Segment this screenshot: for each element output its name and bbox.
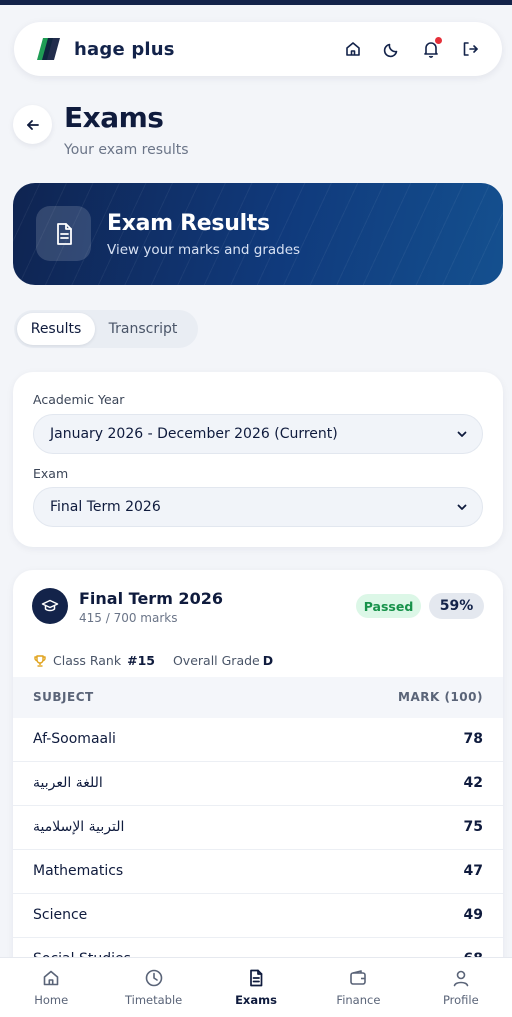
table-row: التربية الإسلامية 75 (13, 806, 503, 850)
exam-total-marks: 415 / 700 marks (79, 611, 178, 625)
clock-icon (145, 969, 162, 987)
back-button[interactable] (13, 105, 52, 144)
table-row: Af-Soomaali 78 (13, 718, 503, 762)
exam-results-banner: Exam Results View your marks and grades (13, 183, 503, 285)
nav-exams[interactable]: Exams (205, 958, 307, 1017)
exam-select[interactable]: Final Term 2026 (33, 487, 483, 527)
exam-label: Exam (33, 466, 69, 481)
document-icon (36, 206, 91, 261)
graduation-cap-icon (32, 588, 68, 624)
header-actions (343, 37, 480, 59)
nav-label: Home (34, 993, 69, 1007)
nav-label: Profile (442, 993, 479, 1007)
page-subtitle: Your exam results (64, 142, 189, 158)
academic-year-value: January 2026 - December 2026 (Current) (50, 426, 338, 442)
percentage-badge: 59% (429, 593, 484, 619)
tab-transcript[interactable]: Transcript (95, 313, 191, 345)
banner-title: Exam Results (107, 211, 270, 236)
wallet-icon (350, 970, 367, 985)
subject-mark: 49 (463, 907, 483, 923)
exam-value: Final Term 2026 (50, 499, 161, 515)
bottom-navigation: Home Timetable Exams Finance Profile (0, 957, 512, 1017)
home-icon[interactable] (343, 39, 363, 59)
notification-dot (435, 37, 442, 44)
table-row: اللغة العربية 42 (13, 762, 503, 806)
academic-year-label: Academic Year (33, 392, 125, 407)
nav-label: Finance (336, 993, 381, 1007)
subject-name: Mathematics (33, 863, 124, 879)
user-icon (453, 970, 469, 987)
app-logo (37, 38, 60, 60)
subject-mark: 78 (463, 731, 483, 747)
app-header: hage plus (14, 22, 502, 76)
moon-icon[interactable] (382, 39, 402, 59)
exam-name: Final Term 2026 (79, 589, 223, 608)
subject-mark: 47 (463, 863, 483, 879)
table-header: SUBJECT MARK (100) (13, 677, 503, 718)
nav-label: Exams (235, 993, 277, 1007)
home-icon (43, 970, 59, 986)
overall-grade-value: D (262, 653, 274, 668)
nav-finance[interactable]: Finance (307, 958, 409, 1017)
nav-label: Timetable (124, 993, 183, 1007)
page-title: Exams (64, 101, 164, 134)
top-accent-bar (0, 0, 512, 5)
filter-card: Academic Year January 2026 - December 20… (13, 372, 503, 547)
rank-line: Class Rank #15 Overall Grade D (33, 653, 273, 668)
bell-icon[interactable] (421, 37, 442, 59)
nav-home[interactable]: Home (0, 958, 102, 1017)
nav-timetable[interactable]: Timetable (102, 958, 204, 1017)
document-icon (250, 969, 263, 987)
arrow-left-icon (26, 119, 39, 130)
class-rank-value: #15 (127, 653, 155, 668)
class-rank-label: Class Rank (53, 653, 122, 668)
subject-name: التربية الإسلامية (33, 819, 125, 835)
chevron-down-icon (457, 504, 467, 510)
subject-mark: 42 (463, 775, 483, 791)
trophy-icon (34, 654, 46, 667)
banner-subtitle: View your marks and grades (107, 242, 301, 258)
table-row: Science 49 (13, 894, 503, 938)
overall-grade-label: Overall Grade (172, 653, 260, 668)
subject-mark: 75 (463, 819, 483, 835)
tab-results[interactable]: Results (17, 313, 95, 345)
subject-name: Science (33, 907, 88, 923)
exam-result-card: Final Term 2026 415 / 700 marks Passed 5… (13, 570, 503, 1000)
results-tabs: Results Transcript (14, 310, 198, 348)
subject-column-header: SUBJECT (33, 690, 94, 704)
chevron-down-icon (457, 431, 467, 437)
table-row: Mathematics 47 (13, 850, 503, 894)
status-badge: Passed (356, 594, 421, 618)
brand-name: hage plus (74, 38, 175, 60)
subject-name: اللغة العربية (33, 775, 103, 791)
subject-name: Af-Soomaali (33, 731, 116, 747)
mark-column-header: MARK (100) (398, 690, 483, 704)
logout-icon[interactable] (460, 39, 480, 59)
academic-year-select[interactable]: January 2026 - December 2026 (Current) (33, 414, 483, 454)
nav-profile[interactable]: Profile (410, 958, 512, 1017)
